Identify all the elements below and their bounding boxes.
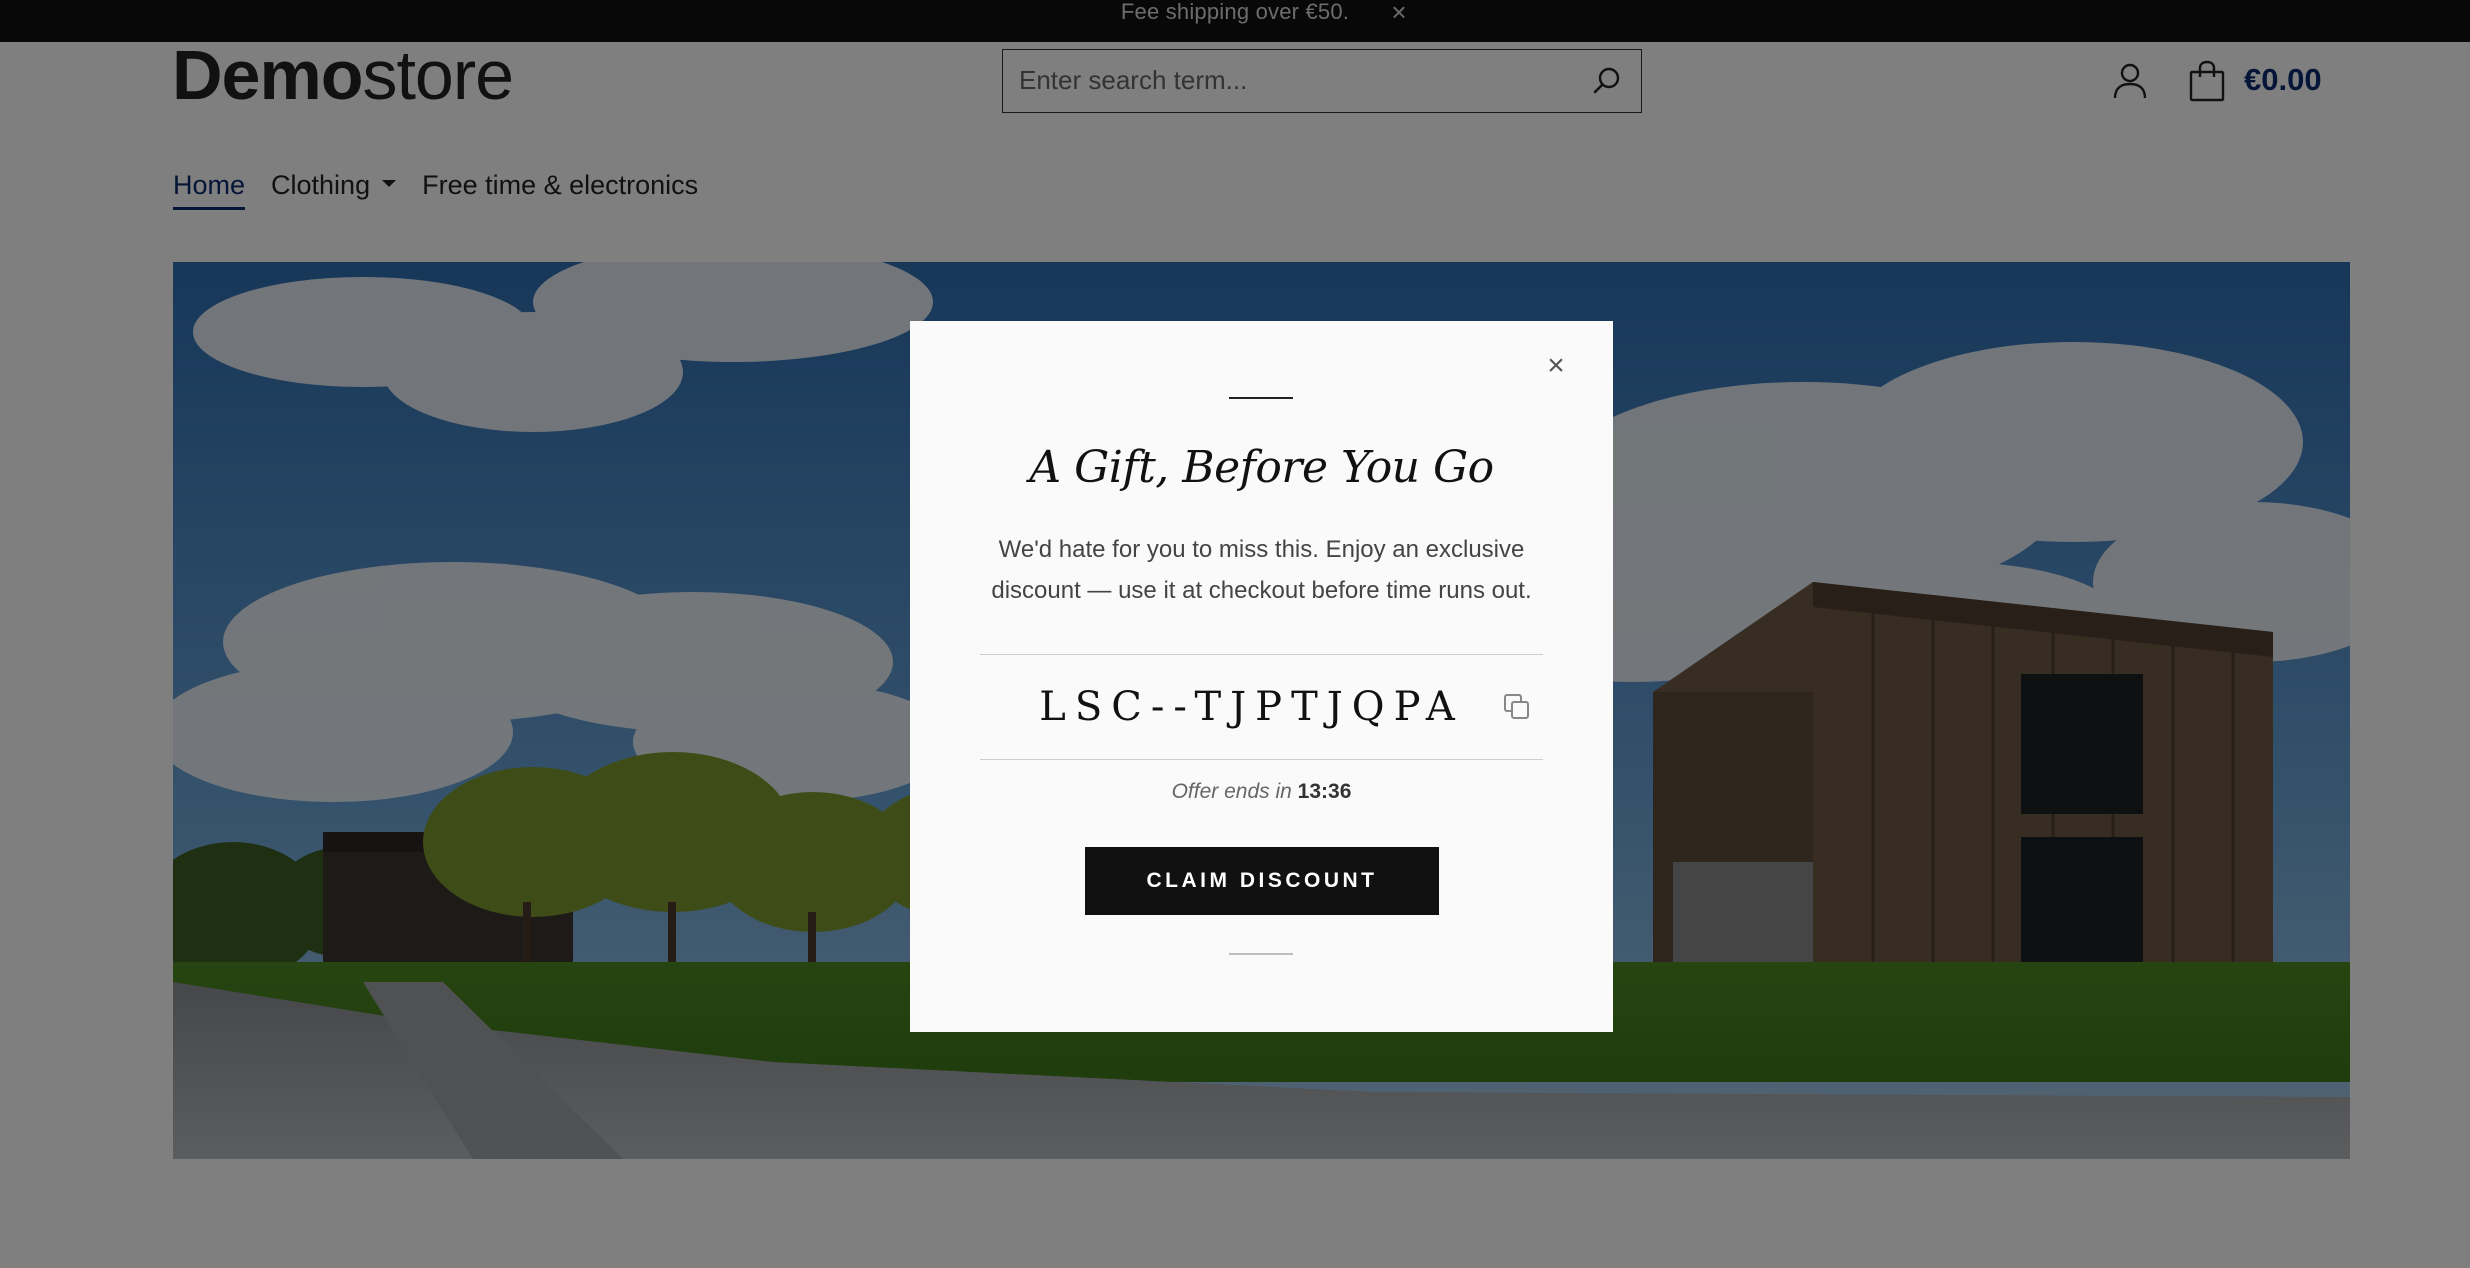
offer-countdown-time: 13:36 bbox=[1297, 780, 1352, 803]
discount-code[interactable]: LSC--TJPTJQPA bbox=[980, 679, 1543, 735]
decorative-divider-top bbox=[1229, 397, 1293, 399]
modal-description: We'd hate for you to miss this. Enjoy an… bbox=[991, 536, 1532, 604]
copy-icon bbox=[1504, 694, 1529, 719]
discount-code-box: LSC--TJPTJQPA bbox=[980, 654, 1543, 760]
close-icon[interactable]: × bbox=[1541, 351, 1571, 381]
modal-title: A Gift, Before You Go bbox=[1029, 442, 1494, 493]
copy-code-button[interactable] bbox=[1503, 693, 1531, 721]
claim-discount-button[interactable]: CLAIM DISCOUNT bbox=[1085, 847, 1439, 915]
decorative-divider-bottom bbox=[1229, 953, 1293, 955]
offer-countdown-label: Offer ends in bbox=[1171, 780, 1292, 803]
exit-intent-modal: × A Gift, Before You Go We'd hate for yo… bbox=[910, 321, 1613, 1032]
offer-countdown: Offer ends in 13:36 bbox=[910, 777, 1613, 807]
